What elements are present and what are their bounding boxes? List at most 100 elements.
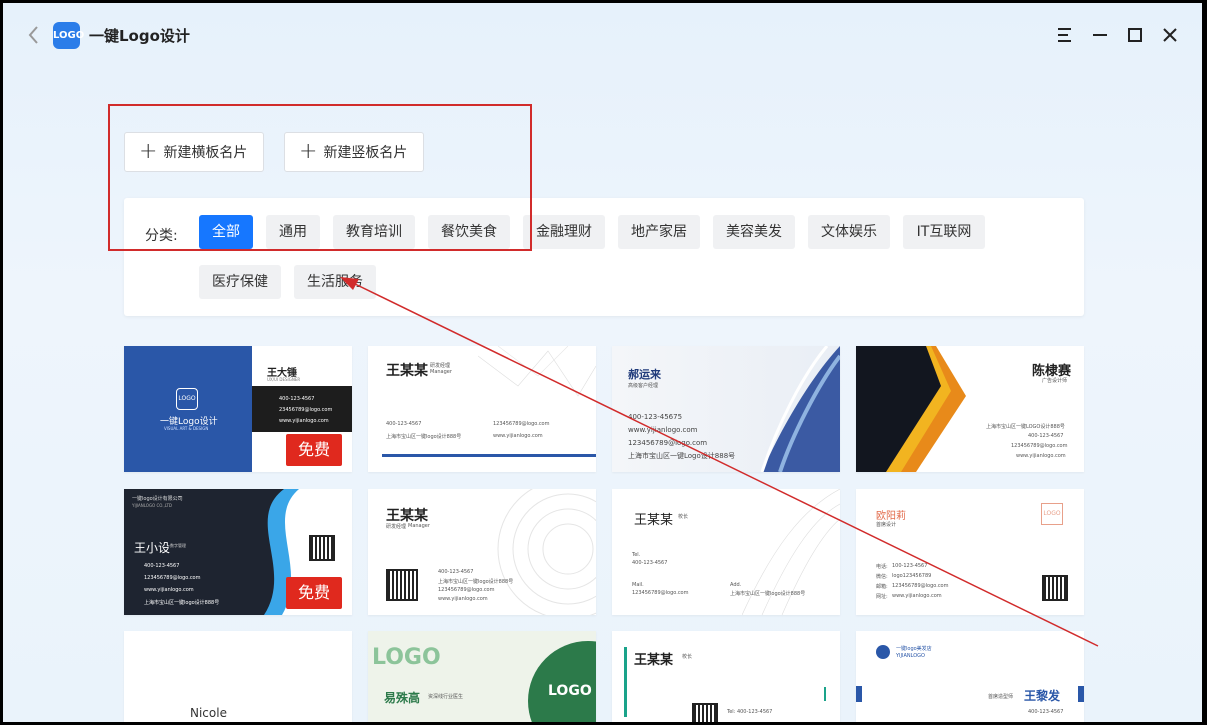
card-addr: 上海市宝山区一键logo设计888号 bbox=[386, 434, 462, 440]
chevron-left-icon[interactable] bbox=[23, 23, 45, 47]
card-company: 一键logo设计有限公司 bbox=[132, 496, 183, 502]
maximize-icon[interactable] bbox=[1123, 23, 1147, 47]
category-chip-beauty[interactable]: 美容美发 bbox=[713, 215, 795, 249]
card-role-en: Manager bbox=[430, 369, 452, 375]
template-card[interactable]: 陈棣赛 广告设计师 上海市宝山区一键LOGO设计888号 400-123-456… bbox=[856, 346, 1084, 472]
card-web: www.yijianlogo.com bbox=[144, 587, 194, 593]
template-card[interactable]: 王某某 研发经理 Manager 400-123-4567 上海市宝山区一键lo… bbox=[368, 346, 596, 472]
card-mail-label: Mail. bbox=[632, 582, 644, 588]
card-email: 123456789@logo.com bbox=[438, 587, 495, 593]
card-company-en: YIJIANLOGO CO.,LTD bbox=[132, 503, 172, 508]
card-phone: 400-123-4567 bbox=[1028, 709, 1064, 715]
qr-code-icon bbox=[692, 703, 718, 722]
menu-icon[interactable] bbox=[1053, 23, 1077, 47]
card-tel-label: Tel. bbox=[632, 552, 641, 558]
card-addr: 上海市宝山区一键logo设计888号 bbox=[438, 579, 514, 585]
template-card[interactable]: 郝运来 高级客户经理 400-123-45675 www.yijianlogo.… bbox=[612, 346, 840, 472]
card-role: 数字管理 bbox=[170, 543, 186, 548]
card-name: Nicole bbox=[190, 706, 227, 720]
category-chip-finance[interactable]: 金融理财 bbox=[523, 215, 605, 249]
card-name: 王某某 bbox=[634, 653, 674, 668]
card-role: 高级客户经理 bbox=[628, 383, 659, 389]
template-card[interactable]: Nicole bbox=[124, 631, 352, 722]
annotation-highlight-box bbox=[108, 104, 532, 251]
logo-icon: LOGO bbox=[176, 388, 198, 410]
app-logo-icon: LOGO bbox=[53, 22, 84, 49]
card-phone: 400-123-45675 bbox=[628, 413, 683, 421]
card-addr: 上海市宝山区一键logo设计888号 bbox=[144, 600, 220, 606]
card-accent-bar bbox=[1078, 686, 1084, 702]
card-name: 王某某 bbox=[386, 508, 428, 524]
card-phone: 400-123-4567 bbox=[1028, 433, 1064, 439]
card-phone: Tel: 400-123-4567 bbox=[727, 709, 773, 715]
card-accent-bar bbox=[824, 687, 826, 701]
card-email: 123456789@logo.com bbox=[1011, 443, 1068, 449]
card-role: 广告设计师 bbox=[1042, 378, 1068, 384]
category-chip-real-estate[interactable]: 地产家居 bbox=[618, 215, 700, 249]
card-web: www.yijianlogo.com bbox=[279, 418, 329, 424]
card-role: 资深线行业医生 bbox=[428, 694, 464, 700]
category-chip-it[interactable]: IT互联网 bbox=[903, 215, 985, 249]
template-card[interactable]: 欧阳莉 首席设计 LOGO 电话: 100-123-4567 微信: logo1… bbox=[856, 489, 1084, 615]
card-logo-text: LOGO bbox=[372, 645, 441, 670]
template-card[interactable]: 王某某 校长 Tel: 400-123-4567 bbox=[612, 631, 840, 722]
app-title: 一键Logo设计 bbox=[89, 27, 190, 45]
qr-code-icon bbox=[386, 569, 418, 601]
minimize-icon[interactable] bbox=[1088, 23, 1112, 47]
card-phone: 400-123-4567 bbox=[386, 421, 422, 427]
card-name: 欧阳莉 bbox=[876, 511, 906, 522]
free-badge: 免费 bbox=[286, 577, 342, 609]
card-add-label: Add. bbox=[730, 582, 742, 588]
logo-icon bbox=[876, 645, 890, 659]
card-name: 王黎发 bbox=[1024, 689, 1061, 703]
card-name: 王某某 bbox=[386, 363, 428, 379]
app-window: LOGO 一键Logo设计 + 新建横板名片 + 新建竖板名片 分类: 全部 通… bbox=[3, 3, 1202, 722]
card-phone: 400-123-4567 bbox=[632, 560, 668, 566]
template-card[interactable]: 一键logo设计有限公司 YIJIANLOGO CO.,LTD 王小设 数字管理… bbox=[124, 489, 352, 615]
card-web: www.yijianlogo.com bbox=[493, 433, 543, 439]
card-wechat: logo123456789 bbox=[892, 573, 932, 579]
card-accent-bar bbox=[382, 454, 596, 457]
category-chip-life-services[interactable]: 生活服务 bbox=[294, 265, 376, 299]
template-card[interactable]: 王某某 校长 Tel. 400-123-4567 Mail. 123456789… bbox=[612, 489, 840, 615]
card-email: 123456789@logo.com bbox=[493, 421, 550, 427]
template-card[interactable]: LOGO 一键Logo设计 VISUAL ART & DESIGN 王大锤 UX… bbox=[124, 346, 352, 472]
card-email: 23456789@logo.com bbox=[279, 407, 333, 413]
free-badge: 免费 bbox=[286, 434, 342, 466]
close-icon[interactable] bbox=[1158, 23, 1182, 47]
card-email: 123456789@logo.com bbox=[892, 583, 949, 589]
category-chip-entertainment[interactable]: 文体娱乐 bbox=[808, 215, 890, 249]
card-web: www.yijianlogo.com bbox=[438, 596, 488, 602]
card-addr: 上海市宝山区一键Logo设计888号 bbox=[628, 452, 736, 460]
card-line-pattern bbox=[478, 346, 596, 397]
card-phone: 400-123-4567 bbox=[144, 563, 180, 569]
template-card[interactable]: 一键logo美发店 YIJIANLOGO 首席造型师 王黎发 400-123-4… bbox=[856, 631, 1084, 722]
card-role: 研发经理 bbox=[430, 363, 451, 369]
card-web: www.yijianlogo.com bbox=[1016, 453, 1066, 459]
card-web: www.yijianlogo.com bbox=[628, 426, 698, 434]
logo-icon: LOGO bbox=[548, 683, 592, 699]
card-addr: 上海市宝山区一键LOGO设计888号 bbox=[986, 424, 1065, 430]
title-bar: LOGO 一键Logo设计 bbox=[3, 3, 1202, 65]
logo-icon: LOGO bbox=[1041, 503, 1063, 525]
card-phone: 400-123-4567 bbox=[279, 396, 315, 402]
card-email: 123456789@logo.com bbox=[628, 439, 708, 447]
card-role: 首席造型师 bbox=[988, 694, 1014, 700]
card-email: 123456789@logo.com bbox=[144, 575, 201, 581]
card-name: 郝运来 bbox=[628, 368, 661, 381]
template-card[interactable]: LOGO LOGO 易殊高 资深线行业医生 bbox=[368, 631, 596, 722]
card-phone: 400-123-4567 bbox=[438, 569, 474, 575]
card-email: 123456789@logo.com bbox=[632, 590, 689, 596]
card-name: 王小设 bbox=[134, 541, 171, 555]
card-name: 易殊高 bbox=[384, 691, 421, 705]
card-role: UX/UI DESIGNER bbox=[267, 377, 301, 382]
card-accent-bar bbox=[856, 686, 862, 702]
card-role-en: Manager bbox=[408, 523, 430, 529]
template-card[interactable]: 王某某 研发经理 Manager 400-123-4567 上海市宝山区一键lo… bbox=[368, 489, 596, 615]
card-role: 首席设计 bbox=[876, 522, 897, 528]
qr-code-icon bbox=[309, 535, 335, 561]
card-phone: 100-123-4567 bbox=[892, 563, 928, 569]
category-chip-medical[interactable]: 医疗保健 bbox=[199, 265, 281, 299]
card-phone-label: 电话: bbox=[876, 564, 888, 570]
card-accent-bar bbox=[624, 647, 627, 717]
